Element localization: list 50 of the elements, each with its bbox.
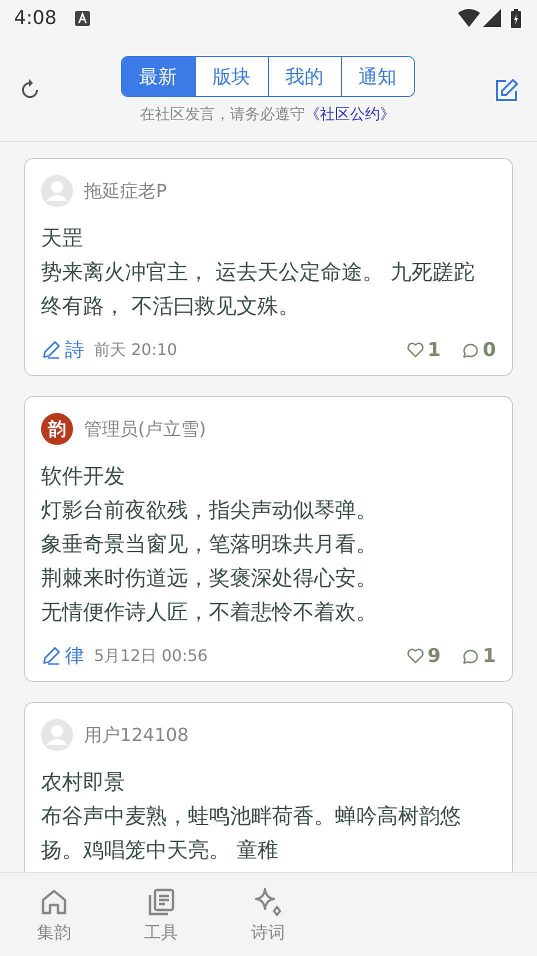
author-name: 拖延症老P	[84, 180, 167, 203]
battery-icon	[511, 8, 521, 28]
author-name: 用户124108	[84, 724, 189, 747]
avatar-icon	[41, 719, 73, 751]
home-icon	[39, 887, 69, 917]
author-name: 管理员(卢立雪)	[84, 418, 206, 441]
poem-line: 势来离火冲官主， 运去天公定命途。 九死蹉跎终有路， 不活曰救见文殊。	[41, 259, 476, 320]
poem-line: 布谷声中麦熟，蛙鸣池畔荷香。蝉吟高树韵悠扬。鸡唱笼中天亮。 童稚	[41, 803, 462, 864]
status-time: 4:08	[14, 7, 57, 29]
heart-icon[interactable]	[406, 648, 424, 664]
pen-icon	[41, 646, 61, 666]
poem-type: 詩	[65, 338, 84, 363]
rules-link[interactable]: 《社区公约》	[305, 105, 395, 123]
keyboard-icon	[74, 10, 90, 26]
comment-icon[interactable]	[460, 648, 479, 664]
edit-icon[interactable]	[493, 78, 519, 104]
comment-icon[interactable]	[460, 342, 479, 358]
post-card[interactable]: 拖延症老P 天罡 势来离火冲官主， 运去天公定命途。 九死蹉跎终有路， 不活曰救见文殊。 詩 前天 20:10 1 0	[24, 158, 513, 376]
like-count: 1	[428, 339, 441, 361]
like-count: 9	[428, 645, 441, 667]
post-title: 天罡	[41, 225, 84, 252]
pen-icon	[41, 340, 61, 360]
avatar: 韵	[41, 413, 73, 445]
poem-line: 无情便作诗人匠，不着悲怜不着欢。	[41, 599, 378, 626]
poem-line: 荆棘来时伤道远，奖褒深处得心安。	[41, 565, 378, 592]
nav-tab[interactable]: 集韵	[22, 873, 86, 956]
tab[interactable]: 版块	[194, 57, 268, 96]
post-time: 前天 20:10	[94, 340, 178, 360]
tab[interactable]: 我的	[268, 57, 340, 96]
wifi-icon	[458, 9, 480, 27]
avatar-icon	[41, 175, 73, 207]
signal-icon	[483, 9, 501, 27]
nav-tab[interactable]: 工具	[129, 873, 193, 956]
post-title: 农村即景	[41, 769, 126, 796]
comment-count: 1	[482, 645, 496, 667]
sparkle-icon	[253, 887, 283, 917]
comment-count: 0	[482, 339, 496, 361]
nav-tab[interactable]: 诗词	[236, 873, 300, 956]
heart-icon[interactable]	[406, 342, 424, 358]
post-card[interactable]: 韵 管理员(卢立雪) 软件开发 灯影台前夜欲残，指尖声动似琴弹。 象垂奇景当窗见，笔落明珠共月看。 荆棘来时伤道远，奖褒深处得心安。 无情便作诗人匠，不着悲怜不着欢。 律 5月12日 00:56 9 1	[24, 396, 513, 682]
tab[interactable]: 通知	[340, 57, 414, 96]
poem-line: 灯影台前夜欲残，指尖声动似琴弹。	[41, 497, 378, 524]
poem-line: 象垂奇景当窗见，笔落明珠共月看。	[41, 531, 378, 558]
notice-text: 在社区发言，请务必遵守	[140, 105, 305, 123]
poem-type: 律	[65, 644, 84, 669]
post-card[interactable]: 用户124108 农村即景 布谷声中麦熟，蛙鸣池畔荷香。蝉吟高树韵悠扬。鸡唱笼中天亮。 童稚	[24, 702, 513, 872]
post-title: 软件开发	[41, 463, 126, 490]
post-time: 5月12日 00:56	[94, 646, 208, 666]
tab[interactable]: 最新	[122, 57, 194, 96]
book-icon	[146, 887, 176, 917]
